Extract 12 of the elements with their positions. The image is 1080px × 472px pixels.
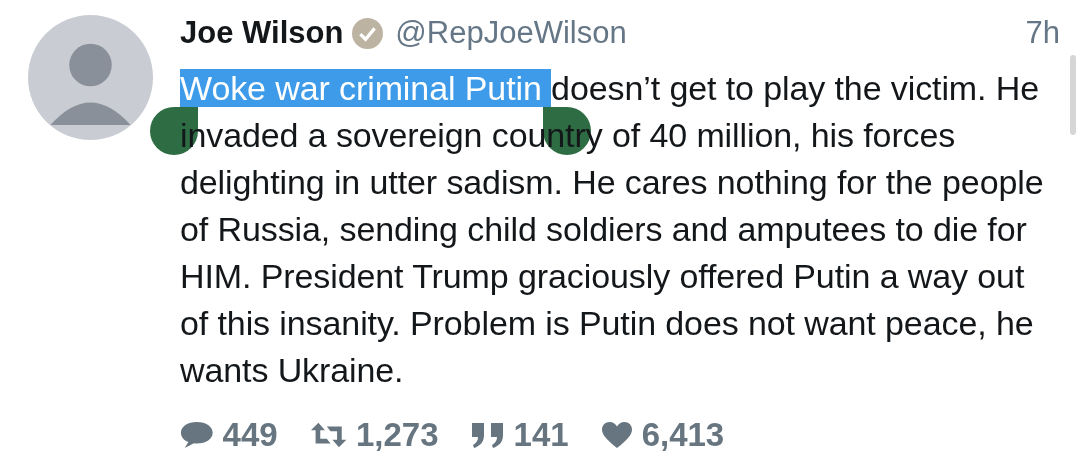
- quote-icon[interactable]: [470, 421, 505, 449]
- reply-icon[interactable]: [180, 421, 214, 449]
- action-count: 141: [513, 416, 569, 454]
- author-handle[interactable]: @RepJoeWilson: [395, 15, 627, 51]
- author-name[interactable]: Joe Wilson: [180, 15, 344, 51]
- action-count: 449: [222, 416, 278, 454]
- scrollbar[interactable]: [1070, 55, 1076, 135]
- tweet-time: 7h: [1025, 15, 1060, 51]
- retweet-icon[interactable]: [309, 421, 347, 449]
- action-count: 6,413: [641, 416, 725, 454]
- like-icon[interactable]: [600, 421, 633, 449]
- action-count: 1,273: [356, 416, 439, 454]
